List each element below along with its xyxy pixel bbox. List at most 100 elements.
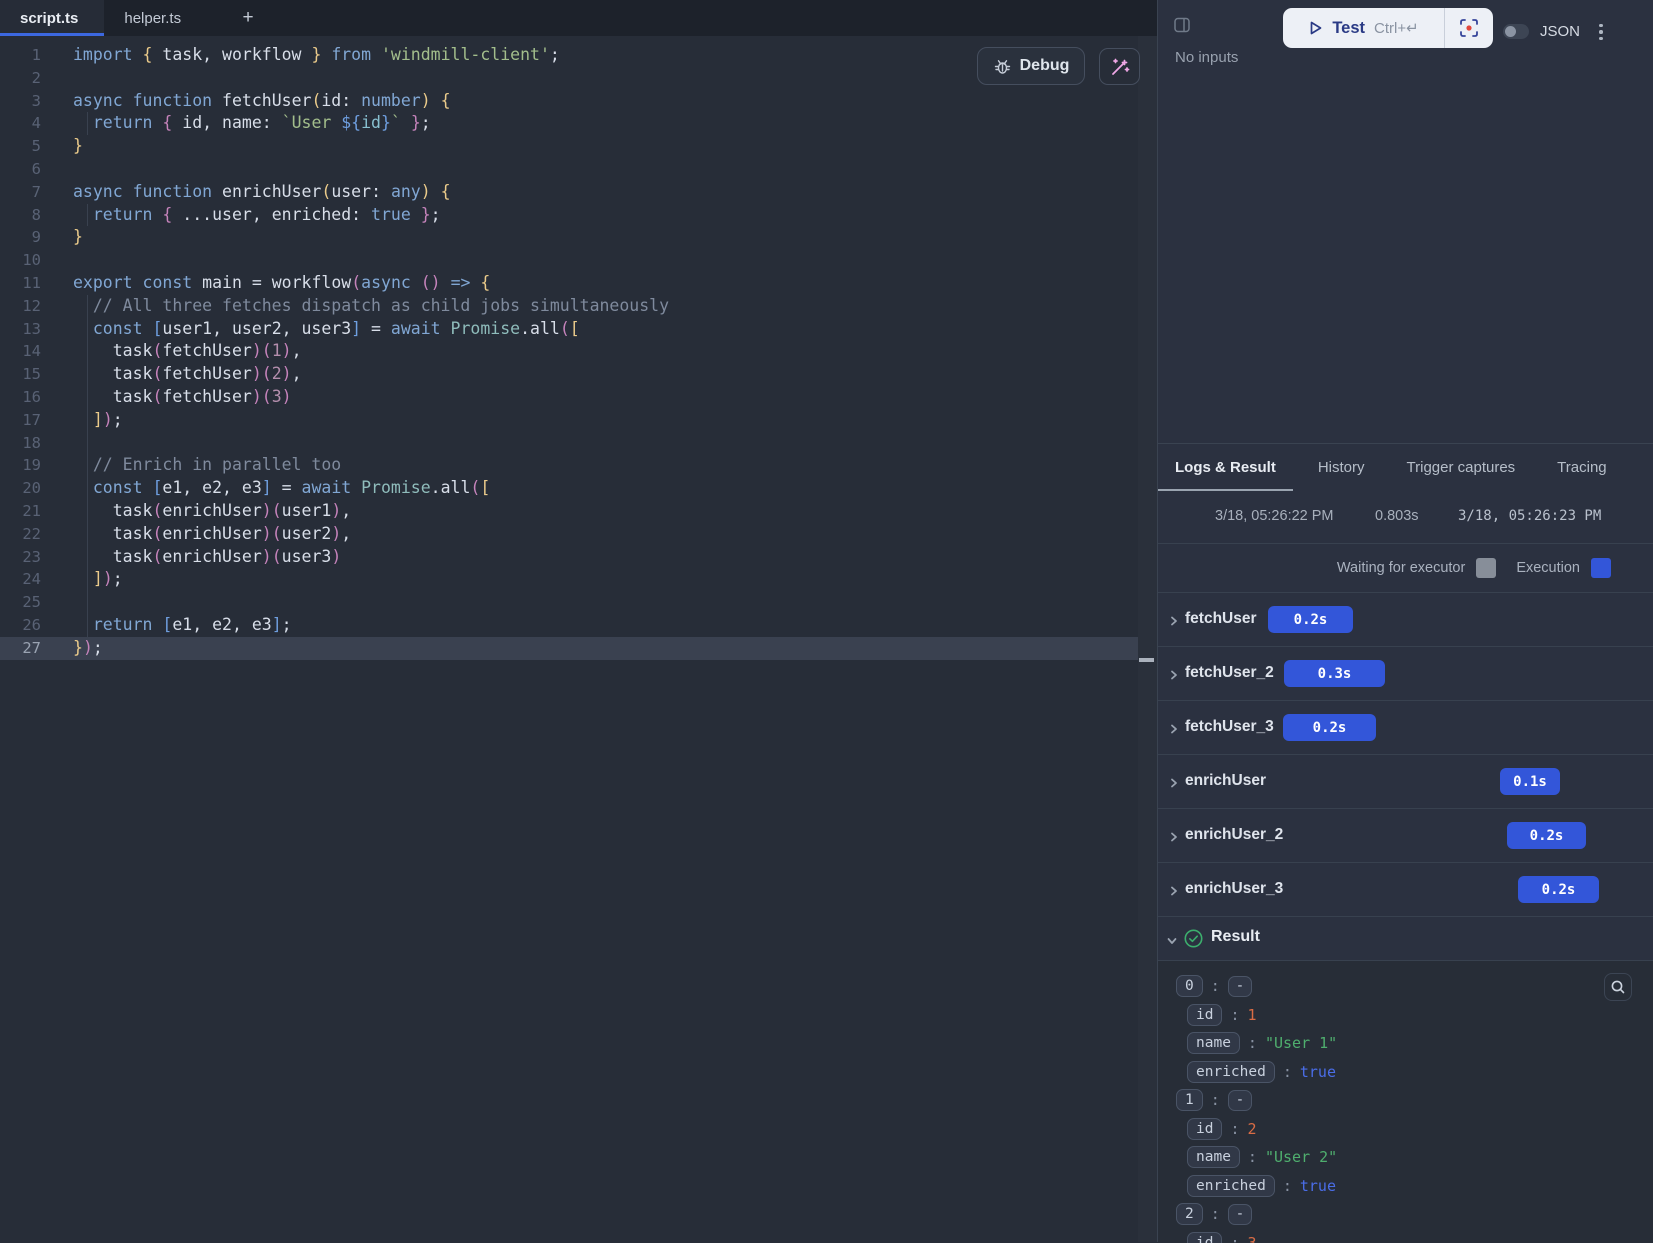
job-duration-badge[interactable]: 0.1s	[1500, 768, 1560, 795]
json-key-chip[interactable]: id	[1187, 1118, 1222, 1140]
json-key-chip[interactable]: enriched	[1187, 1061, 1275, 1083]
editor-overview-ruler[interactable]	[1138, 36, 1157, 1242]
capture-run-button[interactable]	[1445, 8, 1493, 48]
json-key-chip[interactable]: 1	[1176, 1089, 1203, 1111]
code-line[interactable]: 22 task(enrichUser)(user2),	[0, 523, 1157, 546]
code-line[interactable]: 25	[0, 591, 1157, 614]
line-number: 5	[0, 135, 41, 158]
code-line[interactable]: 21 task(enrichUser)(user1),	[0, 500, 1157, 523]
code-line[interactable]: 12 // All three fetches dispatch as chil…	[0, 295, 1157, 318]
right-panel: No inputs Test Ctrl+↵	[1157, 0, 1653, 1242]
logs-tab-tracing[interactable]: Tracing	[1557, 459, 1606, 476]
json-key-chip[interactable]: id	[1187, 1004, 1222, 1026]
capture-target-icon	[1458, 17, 1480, 39]
line-number: 3	[0, 90, 41, 113]
code-line[interactable]: 18	[0, 432, 1157, 455]
code-line[interactable]: 4 return { id, name: `User ${id}` };	[0, 112, 1157, 135]
toggle-panel-icon[interactable]	[1173, 16, 1191, 39]
job-row-enrichUser_3[interactable]: enrichUser_3 0.2s	[1158, 863, 1653, 917]
no-inputs-text: No inputs	[1175, 49, 1238, 66]
code-line[interactable]: 13 const [user1, user2, user3] = await P…	[0, 318, 1157, 341]
result-entry: 1:-	[1158, 1086, 1653, 1115]
indent-guide	[87, 409, 88, 432]
code-line[interactable]: 6	[0, 158, 1157, 181]
code-line[interactable]: 8 return { ...user, enriched: true };	[0, 204, 1157, 227]
code-line[interactable]: 7async function enrichUser(user: any) {	[0, 181, 1157, 204]
line-number: 15	[0, 363, 41, 386]
json-key-chip[interactable]: name	[1187, 1032, 1240, 1054]
job-row-fetchUser[interactable]: fetchUser 0.2s	[1158, 593, 1653, 647]
result-entry: 0:-	[1158, 972, 1653, 1001]
run-duration: 0.803s	[1375, 508, 1419, 524]
result-header[interactable]: Result	[1158, 917, 1653, 961]
job-duration-badge[interactable]: 0.2s	[1268, 606, 1353, 633]
chevron-right-icon	[1168, 830, 1180, 848]
new-tab-button[interactable]: +	[231, 0, 265, 36]
code-line[interactable]: 27});	[0, 637, 1157, 660]
code-line[interactable]: 17 ]);	[0, 409, 1157, 432]
result-entry: id:3	[1158, 1229, 1653, 1243]
json-key-chip[interactable]: 2	[1176, 1203, 1203, 1225]
line-number: 23	[0, 546, 41, 569]
collapse-toggle-chip[interactable]: -	[1228, 976, 1252, 997]
debug-button[interactable]: Debug	[977, 47, 1085, 85]
job-name: enrichUser_3	[1185, 880, 1283, 898]
code-line[interactable]: 23 task(enrichUser)(user3)	[0, 546, 1157, 569]
job-duration-badge[interactable]: 0.2s	[1518, 876, 1599, 903]
collapse-toggle-chip[interactable]: -	[1228, 1090, 1252, 1111]
play-icon	[1308, 20, 1323, 36]
code-line[interactable]: 5}	[0, 135, 1157, 158]
result-search-button[interactable]	[1604, 973, 1632, 1001]
test-button[interactable]: Test Ctrl+↵	[1283, 8, 1445, 48]
chevron-right-icon	[1168, 884, 1180, 902]
code-line[interactable]: 19 // Enrich in parallel too	[0, 454, 1157, 477]
debug-button-label: Debug	[1020, 57, 1070, 75]
code-line[interactable]: 11export const main = workflow(async () …	[0, 272, 1157, 295]
code-line[interactable]: 26 return [e1, e2, e3];	[0, 614, 1157, 637]
job-row-fetchUser_3[interactable]: fetchUser_30.2s	[1158, 701, 1653, 755]
ai-assistant-button[interactable]	[1099, 48, 1140, 85]
line-number: 19	[0, 454, 41, 477]
code-line[interactable]: 16 task(fetchUser)(3)	[0, 386, 1157, 409]
job-duration-badge[interactable]: 0.2s	[1283, 714, 1376, 741]
json-colon: :	[1283, 1063, 1292, 1081]
code-line[interactable]: 3async function fetchUser(id: number) {	[0, 90, 1157, 113]
json-key-chip[interactable]: name	[1187, 1146, 1240, 1168]
json-colon: :	[1248, 1148, 1257, 1166]
editor-tab-script.ts[interactable]: script.ts	[0, 0, 104, 36]
code-line[interactable]: 24 ]);	[0, 568, 1157, 591]
job-row-fetchUser_2[interactable]: fetchUser_20.3s	[1158, 647, 1653, 701]
more-options-kebab-icon[interactable]	[1592, 20, 1610, 44]
code-area[interactable]: 1import { task, workflow } from 'windmil…	[0, 36, 1157, 1242]
json-key-chip[interactable]: 0	[1176, 975, 1203, 997]
line-number: 20	[0, 477, 41, 500]
code-line[interactable]: 15 task(fetchUser)(2),	[0, 363, 1157, 386]
toggle-knob	[1505, 26, 1516, 37]
json-key-chip[interactable]: id	[1187, 1232, 1222, 1243]
json-toggle[interactable]	[1503, 24, 1529, 39]
collapse-toggle-chip[interactable]: -	[1228, 1204, 1252, 1225]
chevron-right-icon	[1168, 668, 1180, 686]
editor-tab-helper.ts[interactable]: helper.ts	[104, 0, 207, 36]
logs-tab-trigger-captures[interactable]: Trigger captures	[1407, 459, 1516, 476]
line-number: 4	[0, 112, 41, 135]
logs-tab-history[interactable]: History	[1318, 459, 1365, 476]
job-duration-badge[interactable]: 0.2s	[1507, 822, 1586, 849]
logs-tab-logs-result[interactable]: Logs & Result	[1175, 459, 1276, 476]
job-duration-badge[interactable]: 0.3s	[1284, 660, 1385, 687]
result-entry: name:"User 1"	[1158, 1029, 1653, 1058]
code-line[interactable]: 10	[0, 249, 1157, 272]
code-line[interactable]: 9}	[0, 226, 1157, 249]
job-name: enrichUser_2	[1185, 826, 1283, 844]
json-key-chip[interactable]: enriched	[1187, 1175, 1275, 1197]
code-line[interactable]: 14 task(fetchUser)(1),	[0, 340, 1157, 363]
indent-guide	[87, 386, 88, 409]
chevron-right-icon	[1168, 614, 1180, 632]
code-line[interactable]: 20 const [e1, e2, e3] = await Promise.al…	[0, 477, 1157, 500]
job-row-enrichUser_2[interactable]: enrichUser_2 0.2s	[1158, 809, 1653, 863]
test-shortcut: Ctrl+↵	[1374, 19, 1419, 37]
json-value: true	[1300, 1177, 1336, 1195]
job-row-enrichUser[interactable]: enrichUser0.1s	[1158, 755, 1653, 809]
job-name: fetchUser	[1185, 610, 1257, 628]
result-entry: enriched:true	[1158, 1058, 1653, 1087]
